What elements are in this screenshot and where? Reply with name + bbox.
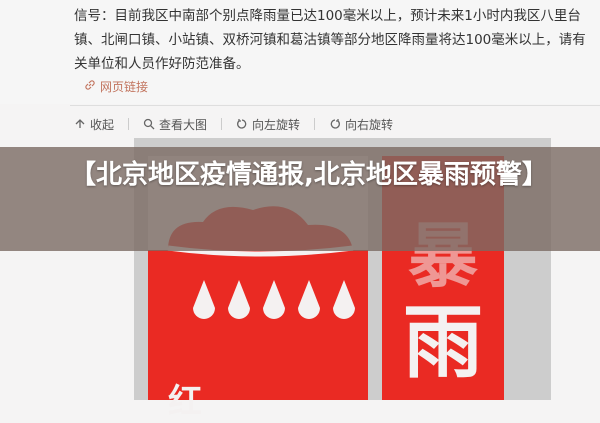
- search-icon: [143, 118, 155, 130]
- article-text: 信号：目前我区中南部个别点降雨量已达100毫米以上，预计未来1小时内我区八里台镇…: [74, 8, 586, 72]
- toolbar-separator: [128, 118, 130, 130]
- link-icon: [84, 79, 96, 94]
- rotate-right-button[interactable]: 向右旋转: [329, 116, 393, 133]
- web-link[interactable]: 网页链接: [84, 78, 148, 95]
- article-body: 信号：目前我区中南部个别点降雨量已达100毫米以上，预计未来1小时内我区八里台镇…: [0, 0, 600, 104]
- collapse-icon: [74, 118, 86, 130]
- rotate-right-label: 向右旋转: [345, 117, 394, 132]
- view-large-button[interactable]: 查看大图: [143, 116, 207, 133]
- image-toolbar: 收起 查看大图 向左旋转 向右旋转: [74, 114, 393, 134]
- rotate-right-icon: [329, 118, 341, 130]
- divider: [70, 105, 600, 106]
- warning-char-red: 红: [168, 382, 202, 422]
- collapse-button[interactable]: 收起: [74, 116, 114, 133]
- page-title: 【北京地区疫情通报,北京地区暴雨预警】: [70, 160, 548, 190]
- rotate-left-label: 向左旋转: [252, 117, 301, 132]
- view-large-label: 查看大图: [159, 117, 208, 132]
- toolbar-separator: [314, 118, 316, 130]
- web-link-label[interactable]: 网页链接: [100, 78, 148, 95]
- warning-char-rain: 雨: [403, 295, 483, 389]
- toolbar-separator: [221, 118, 223, 130]
- collapse-label: 收起: [90, 117, 115, 132]
- warning-level-strip: 红: [148, 378, 368, 422]
- rotate-left-icon: [236, 118, 248, 130]
- rotate-left-button[interactable]: 向左旋转: [236, 116, 300, 133]
